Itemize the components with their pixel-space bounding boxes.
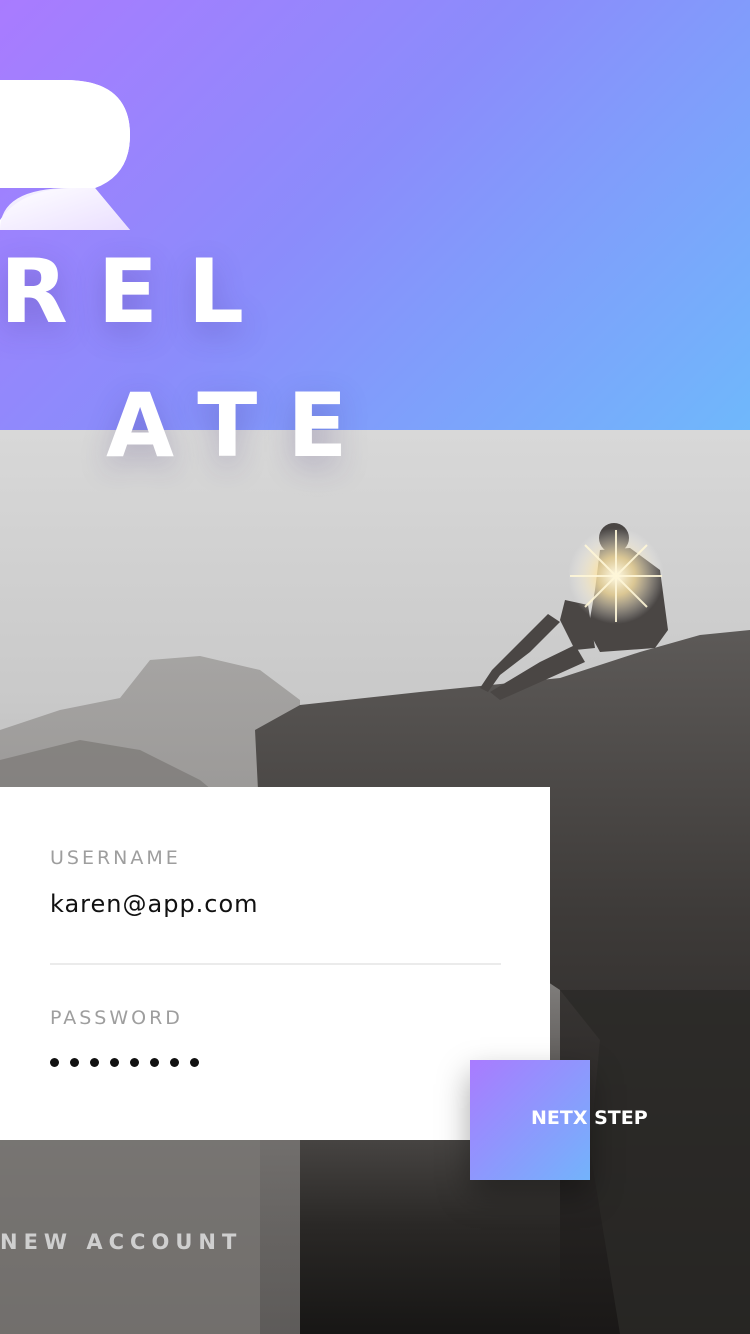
password-mask-dot: [90, 1058, 99, 1067]
password-mask-dot: [70, 1058, 79, 1067]
login-card: USERNAME karen@app.com PASSWORD: [0, 787, 550, 1140]
password-mask-dot: [50, 1058, 59, 1067]
brand-title-line2: ATE: [106, 374, 378, 477]
username-input[interactable]: karen@app.com: [50, 890, 259, 918]
brand-title-line1: REL: [0, 240, 274, 343]
username-label: USERNAME: [50, 847, 181, 869]
password-input[interactable]: [50, 1058, 199, 1067]
password-mask-dot: [110, 1058, 119, 1067]
password-mask-dot: [170, 1058, 179, 1067]
next-step-label[interactable]: NETX STEP: [531, 1107, 648, 1129]
password-label: PASSWORD: [50, 1007, 183, 1029]
relate-logo-icon: [0, 80, 130, 230]
new-account-link[interactable]: NEW ACCOUNT: [0, 1230, 242, 1254]
field-divider: [50, 963, 501, 965]
password-mask-dot: [190, 1058, 199, 1067]
password-mask-dot: [150, 1058, 159, 1067]
password-mask-dot: [130, 1058, 139, 1067]
